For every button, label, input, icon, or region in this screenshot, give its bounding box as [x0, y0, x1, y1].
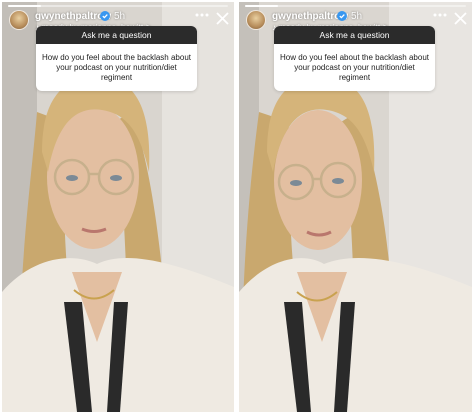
- story-progress-bar: [8, 5, 228, 7]
- post-time: 5h: [114, 11, 126, 22]
- question-sticker: Ask me a question How do you feel about …: [36, 26, 197, 91]
- story-progress-bar: [245, 5, 466, 7]
- question-sticker-header: Ask me a question: [274, 26, 435, 44]
- question-sticker-text: How do you feel about the backlash about…: [42, 53, 191, 82]
- story-progress-fill: [8, 5, 41, 7]
- close-icon[interactable]: [454, 12, 467, 25]
- verified-badge-icon: [100, 11, 110, 21]
- avatar[interactable]: [246, 10, 266, 30]
- more-options-icon[interactable]: [433, 12, 447, 18]
- story-panel-right[interactable]: gwynethpaltrow 5h ♪ moody by marianna_he…: [239, 2, 472, 412]
- close-icon[interactable]: [216, 12, 229, 25]
- story-panel-left[interactable]: gwynethpaltrow 5h ♪ moody by marianna_he…: [2, 2, 234, 412]
- question-sticker: Ask me a question How do you feel about …: [274, 26, 435, 91]
- question-sticker-header: Ask me a question: [36, 26, 197, 44]
- verified-badge-icon: [337, 11, 347, 21]
- more-options-icon[interactable]: [195, 12, 209, 18]
- post-time: 5h: [351, 11, 363, 22]
- avatar[interactable]: [9, 10, 29, 30]
- question-sticker-text: How do you feel about the backlash about…: [280, 53, 429, 82]
- story-progress-fill: [245, 5, 279, 7]
